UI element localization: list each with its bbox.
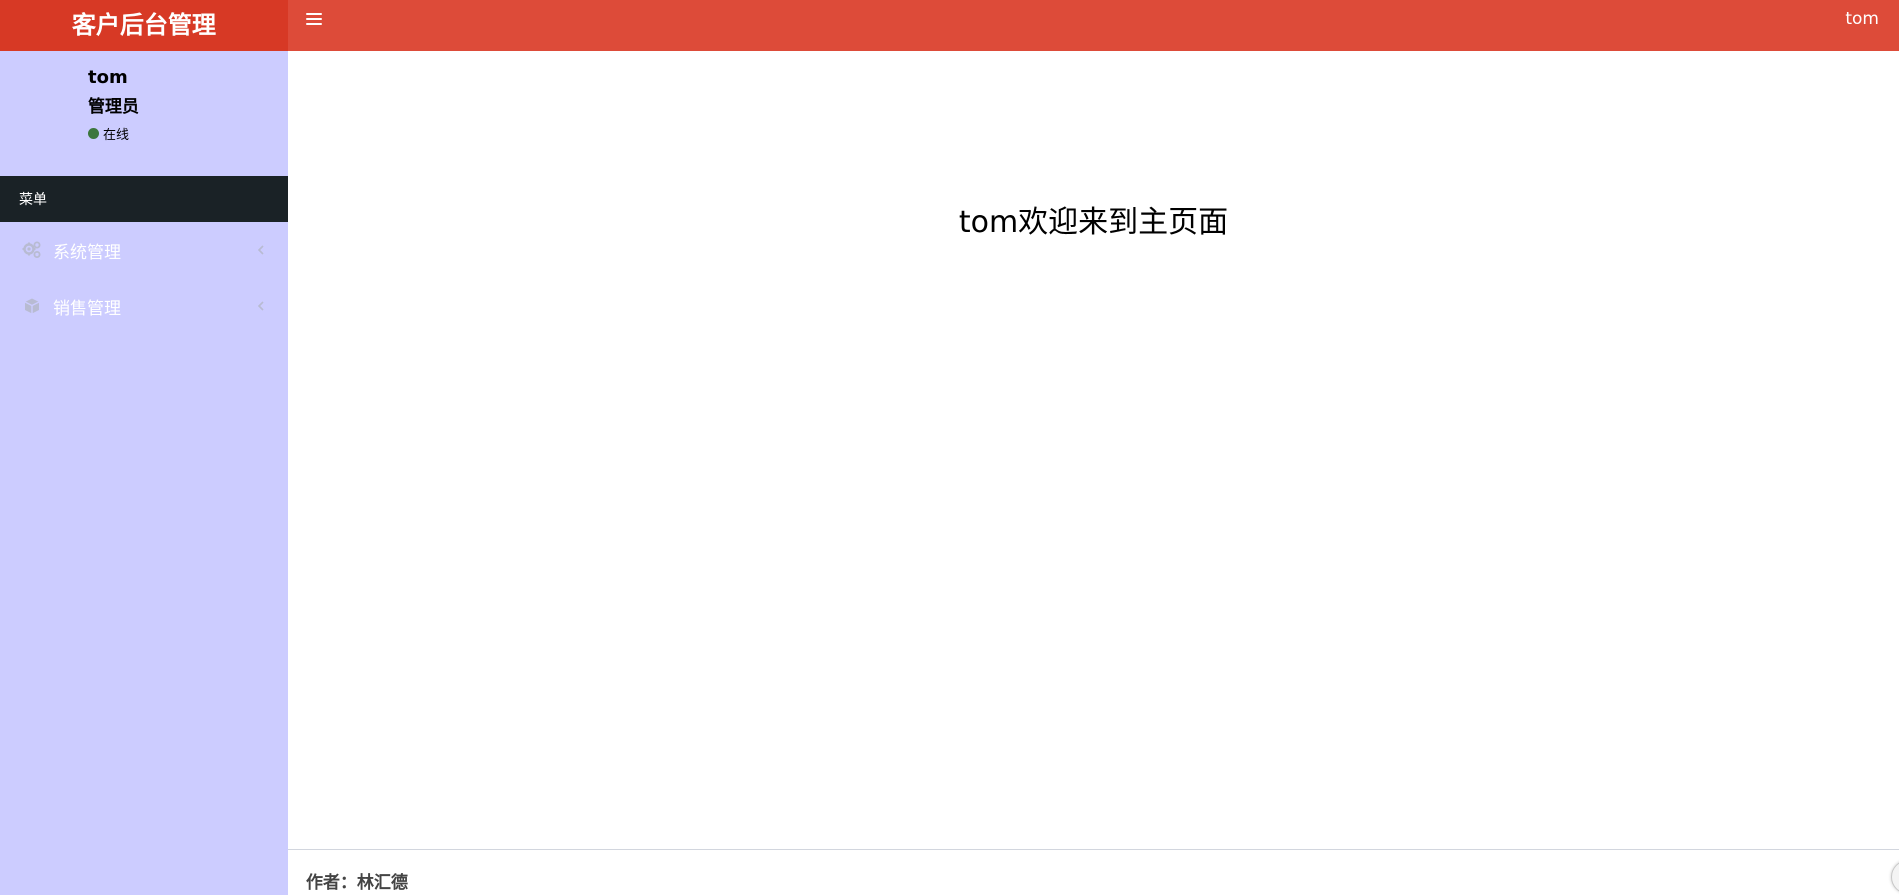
brand-logo[interactable]: 客户后台管理 <box>0 0 288 51</box>
footer: 作者：林汇德 <box>288 849 1899 895</box>
main-content: tom欢迎来到主页面 <box>288 51 1899 849</box>
sidebar-item-label: 销售管理 <box>53 298 121 319</box>
app-page: 客户后台管理 tom tom 管理员 在线 菜单 系统管理 销售管理 tom欢迎… <box>0 0 1899 895</box>
gears-icon <box>22 240 42 260</box>
user-status[interactable]: 在线 <box>88 124 139 143</box>
bars-icon[interactable] <box>306 11 322 27</box>
author-credit: 作者：林汇德 <box>306 873 408 893</box>
floating-widget-button[interactable] <box>1891 860 1899 894</box>
user-menu[interactable]: tom <box>1845 9 1879 29</box>
sidebar: tom 管理员 在线 菜单 系统管理 销售管理 <box>0 51 288 895</box>
status-label: 在线 <box>103 128 130 143</box>
sidebar-item-sales-management[interactable]: 销售管理 <box>0 282 288 330</box>
top-navbar: tom <box>288 0 1899 51</box>
chevron-left-icon <box>256 243 266 257</box>
user-role: 管理员 <box>88 97 139 117</box>
sidebar-item-label: 系统管理 <box>53 242 121 263</box>
user-panel: tom 管理员 在线 <box>88 66 139 143</box>
sidebar-item-system-management[interactable]: 系统管理 <box>0 226 288 274</box>
brand-title[interactable]: 客户后台管理 <box>72 5 216 40</box>
welcome-message: tom欢迎来到主页面 <box>958 205 1229 240</box>
online-status-icon <box>88 128 99 139</box>
user-name: tom <box>88 67 128 88</box>
chevron-left-icon <box>256 299 266 313</box>
cube-icon <box>22 296 42 316</box>
menu-header: 菜单 <box>0 176 288 222</box>
